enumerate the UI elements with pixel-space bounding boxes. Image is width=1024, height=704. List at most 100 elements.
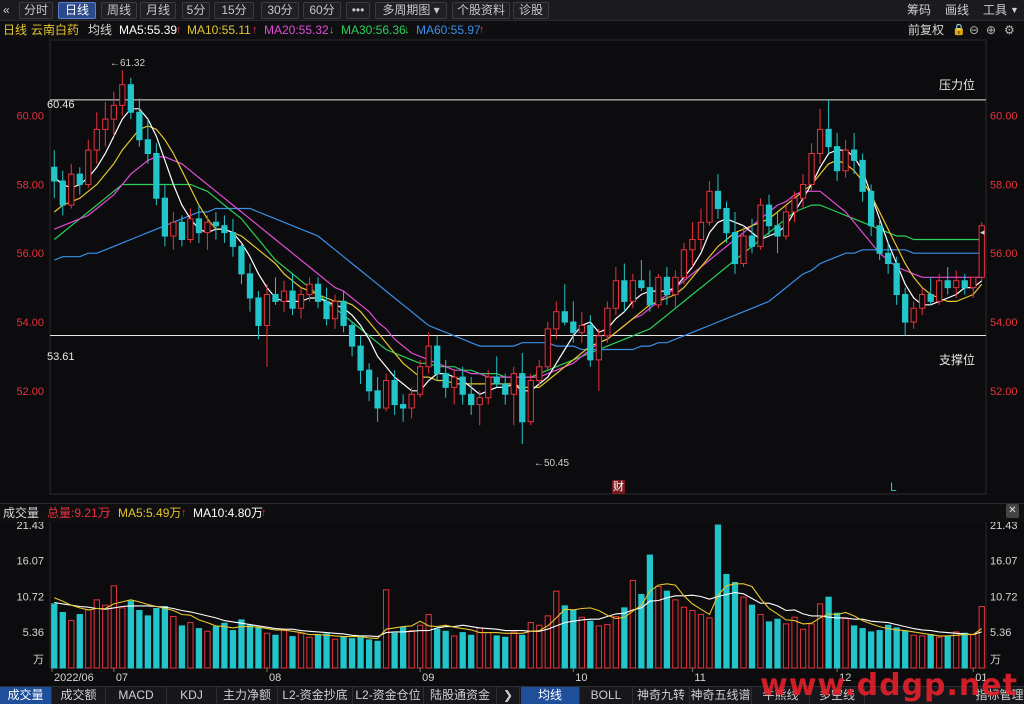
volume-tick-right-4: 万 (990, 654, 1001, 666)
volume-bar-87 (791, 616, 798, 669)
volume-bar-13 (161, 606, 169, 669)
volume-tick-right-3: 5.36 (990, 627, 1011, 639)
volume-bar-109 (978, 606, 985, 669)
candle-body-12 (153, 153, 160, 199)
price-tick-left-4: 52.00 (16, 386, 44, 398)
volume-bar-32 (323, 633, 330, 669)
x-label-1: 07 (116, 672, 128, 684)
volume-bar-41 (399, 626, 407, 669)
volume-bar-36 (357, 635, 364, 669)
volume-tick-left-4: 万 (33, 654, 44, 666)
indicator-tab-2[interactable]: MACD (106, 687, 167, 704)
volume-bar-12 (153, 608, 160, 669)
price-panel-frame (49, 39, 987, 495)
volume-bar-19 (212, 626, 220, 669)
candle-body-21 (229, 232, 237, 247)
candle-body-66 (612, 280, 619, 309)
x-label-3: 09 (422, 672, 434, 684)
candle-body-76 (697, 221, 705, 240)
volume-bar-107 (961, 632, 968, 669)
candle-body-90 (816, 128, 824, 154)
candle-body-23 (246, 273, 254, 299)
kline-chart[interactable]: 60.00 60.00 58.00 58.00 56.00 56.00 54.00 54.00… (0, 0, 1024, 703)
volume-bar-37 (365, 639, 373, 669)
indicator-tab-3[interactable]: KDJ (167, 687, 217, 704)
indicator-tab-6[interactable]: L2-资金仓位 (353, 687, 424, 704)
volume-bar-56 (527, 622, 534, 669)
volume-bar-40 (391, 632, 398, 669)
volume-bar-43 (417, 624, 424, 669)
candle-body-3 (76, 173, 83, 185)
indicator-tab-4[interactable]: 主力净额 (217, 687, 278, 704)
x-label-2: 08 (269, 672, 281, 684)
candle-body-42 (408, 393, 415, 409)
volume-bar-4 (85, 609, 92, 669)
close-panel-icon[interactable]: ✕ (1006, 504, 1019, 518)
volume-bar-84 (765, 621, 773, 669)
volume-ma5: MA5:5.49万 (118, 506, 182, 520)
indicator-tab-0[interactable]: 成交量 (0, 687, 52, 704)
volume-bar-93 (842, 618, 849, 669)
volume-total-up-arrow-icon: ↑ (106, 507, 112, 519)
volume-bar-74 (680, 606, 688, 669)
volume-bar-77 (706, 617, 713, 669)
candle-body-71 (655, 276, 662, 306)
volume-bar-11 (144, 615, 151, 669)
candle-body-37 (365, 369, 373, 392)
volume-bar-44 (425, 614, 432, 669)
candle-body-15 (178, 221, 186, 240)
candle-body-60 (561, 311, 568, 323)
candle-body-70 (646, 287, 654, 306)
candle-body-58 (544, 328, 551, 368)
price-tick-right-2: 56.00 (990, 248, 1018, 260)
indicator-tab-7[interactable]: 陆股通资金 (424, 687, 497, 704)
volume-bar-26 (272, 634, 279, 669)
volume-bar-70 (646, 554, 654, 669)
candle-body-75 (689, 238, 696, 251)
candle-body-79 (723, 208, 730, 234)
volume-bar-75 (689, 610, 696, 669)
candle-body-32 (323, 300, 330, 320)
candle-body-41 (399, 404, 407, 409)
indicator-tab-1[interactable]: 成交额 (52, 687, 106, 704)
volume-bar-63 (587, 620, 594, 669)
candle-body-46 (442, 373, 449, 388)
volume-bar-35 (348, 638, 356, 669)
indicator-tab-11[interactable]: 神奇五线谱 (690, 687, 752, 704)
candle-body-68 (629, 280, 637, 302)
candle-body-64 (595, 335, 602, 361)
candle-body-98 (885, 252, 892, 265)
volume-bar-99 (893, 627, 900, 669)
volume-bar-92 (833, 612, 841, 669)
volume-bar-7 (110, 585, 117, 669)
tabs-scroll-right-icon[interactable]: ❯ (497, 687, 520, 704)
indicator-tab-10[interactable]: 神奇九转 (633, 687, 690, 704)
price-tick-right-4: 52.00 (990, 386, 1018, 398)
indicator-tab-8[interactable]: 均线 (521, 687, 580, 704)
high-price-marker: ←61.32 (110, 58, 146, 69)
volume-bar-27 (280, 630, 288, 669)
candle-body-13 (161, 197, 169, 237)
indicator-tab-5[interactable]: L2-资金抄底 (278, 687, 353, 704)
volume-title[interactable]: 成交量 (3, 505, 39, 521)
volume-bar-66 (612, 616, 619, 669)
volume-bar-106 (953, 631, 960, 669)
candle-body-67 (621, 280, 628, 302)
volume-bar-91 (825, 596, 832, 669)
l-marker[interactable]: L (890, 480, 897, 494)
volume-bar-76 (697, 614, 705, 669)
candle-body-108 (970, 276, 977, 289)
volume-bar-50 (476, 627, 483, 669)
volume-bar-33 (331, 638, 339, 669)
volume-bar-25 (263, 632, 271, 669)
candle-body-86 (782, 211, 790, 237)
volume-bar-82 (748, 604, 756, 669)
volume-bar-28 (289, 636, 296, 669)
candle-body-96 (867, 190, 875, 227)
volume-bar-94 (850, 625, 858, 669)
volume-ma10-up-arrow-icon: ↑ (261, 507, 267, 519)
candle-body-33 (331, 300, 339, 320)
indicator-tab-9[interactable]: BOLL (580, 687, 633, 704)
finance-event-badge[interactable]: 财 (612, 480, 625, 494)
volume-bar-104 (936, 636, 943, 669)
